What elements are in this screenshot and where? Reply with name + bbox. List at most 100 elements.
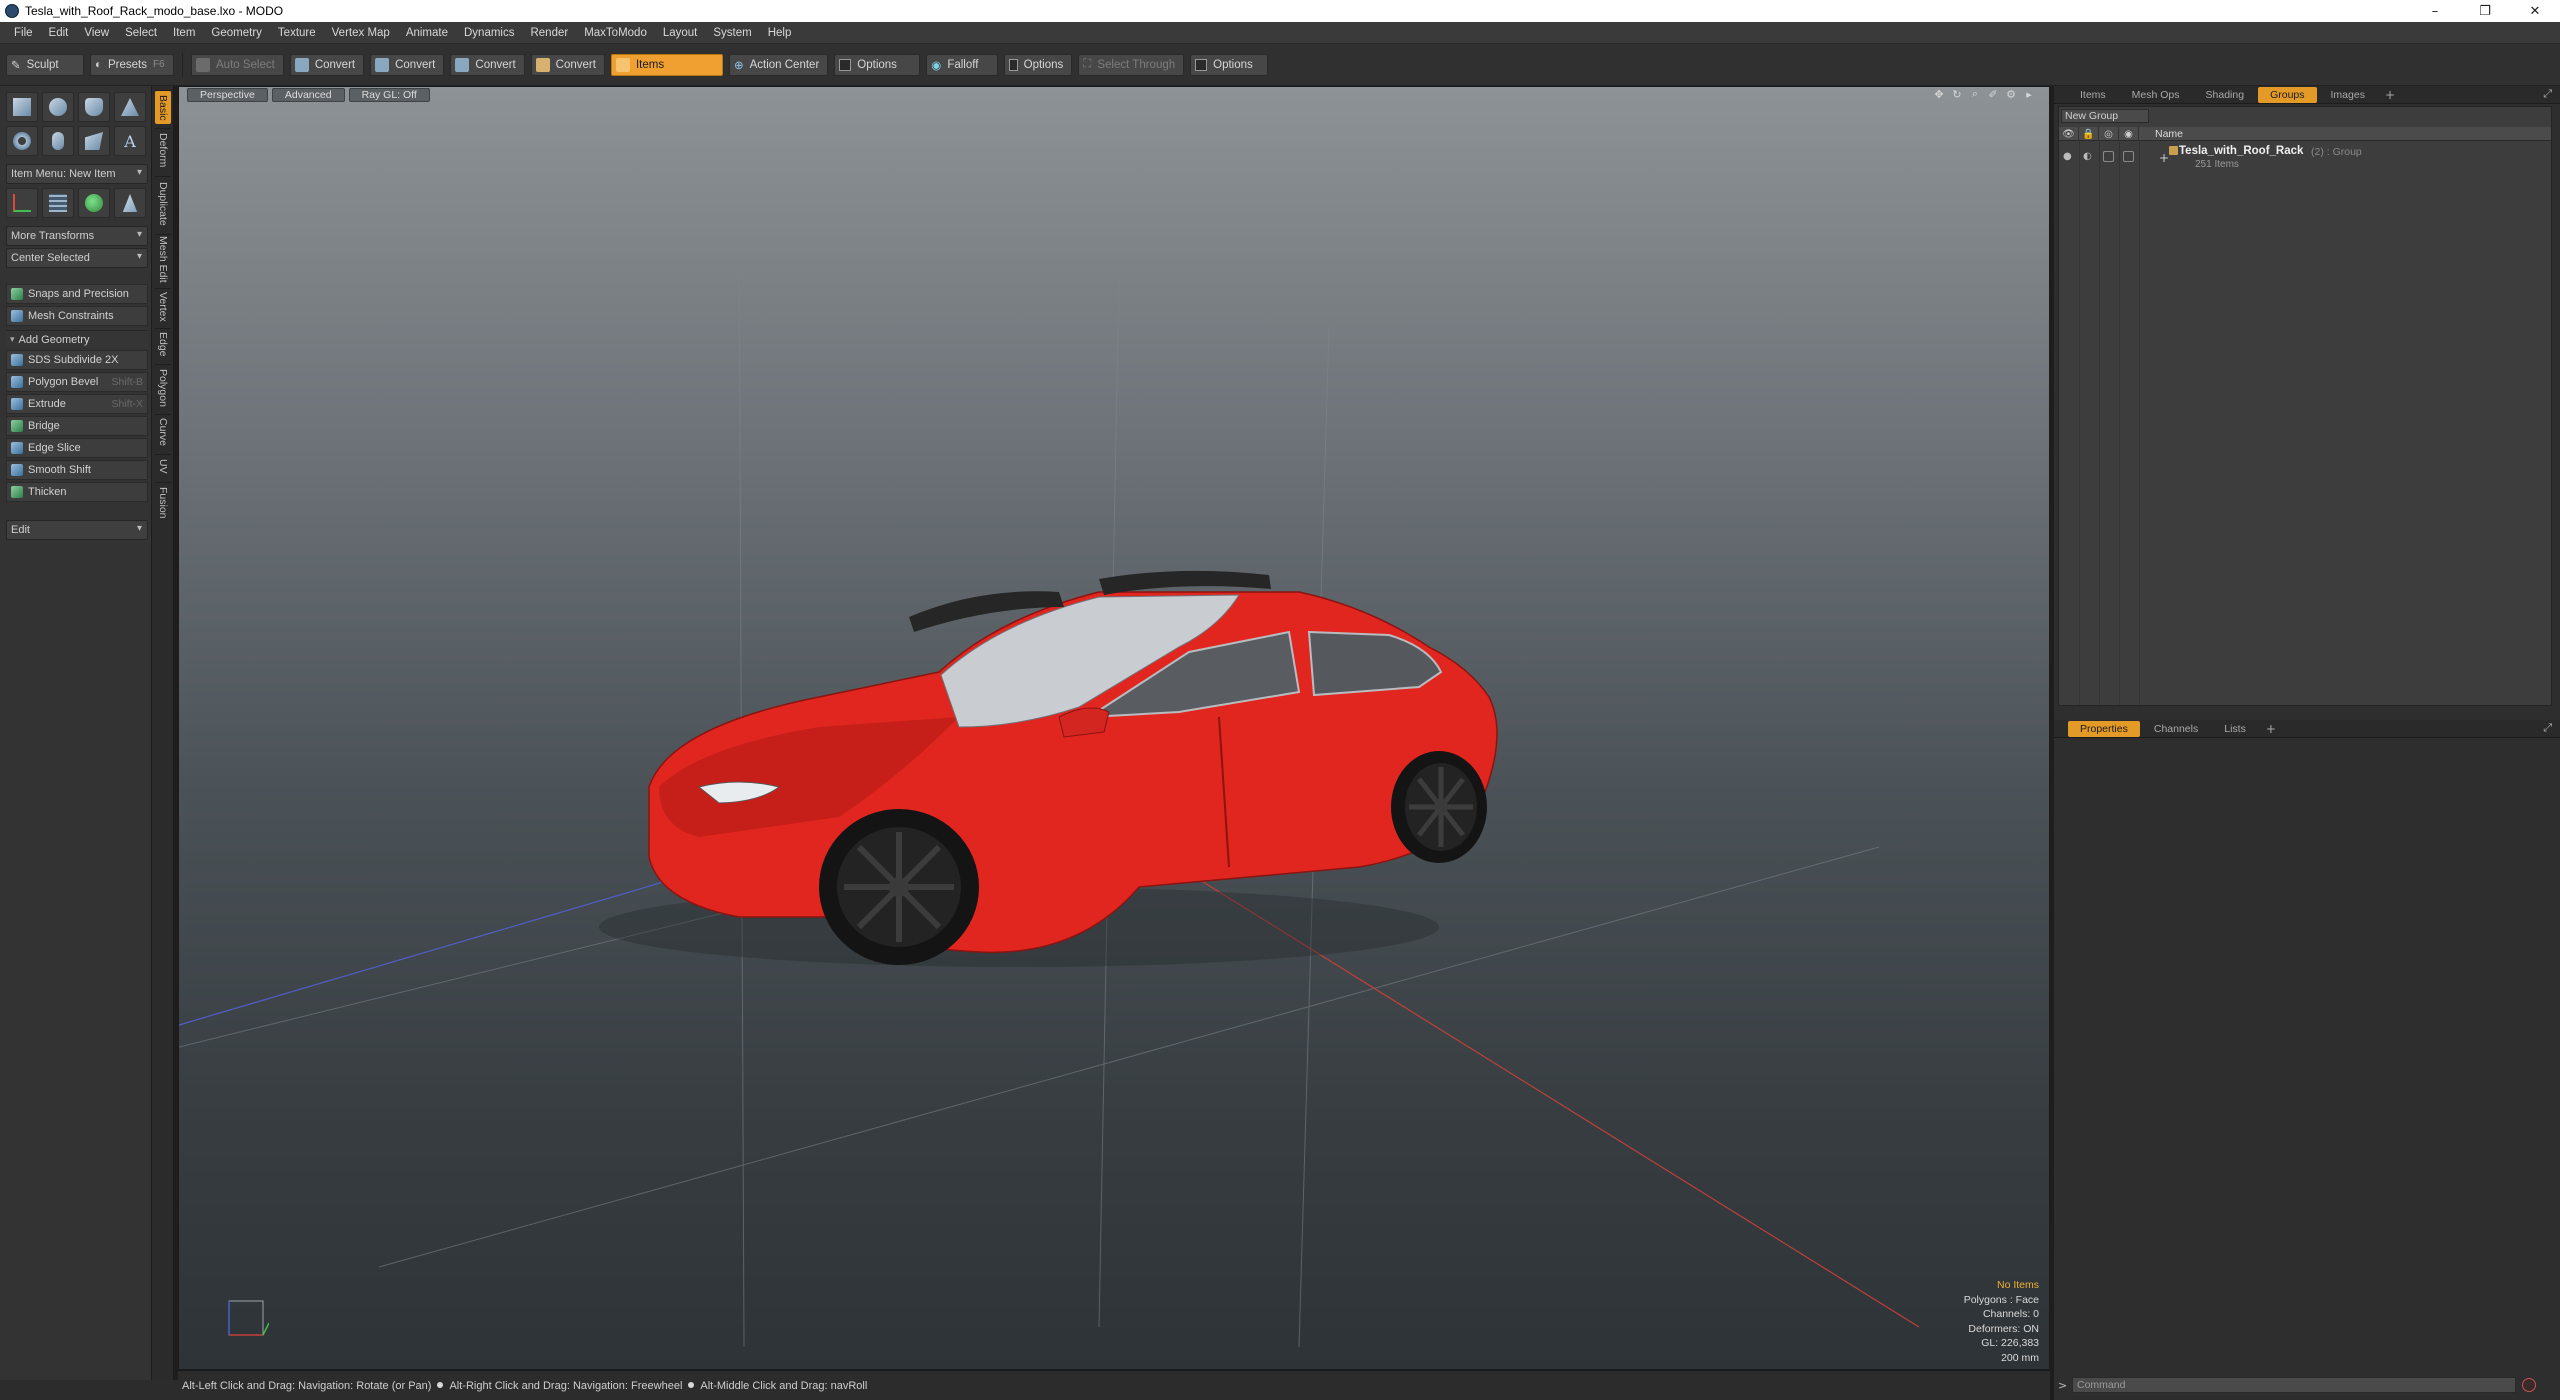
ray-gl-toggle[interactable]: Ray GL: Off: [348, 88, 430, 102]
render-checkbox[interactable]: [2123, 151, 2134, 162]
sds-subdivide-button[interactable]: SDS Subdivide 2X: [6, 350, 148, 370]
tab-edge[interactable]: Edge: [155, 328, 171, 360]
command-history-icon[interactable]: [2522, 1378, 2536, 1392]
tab-mesh-edit[interactable]: Mesh Edit: [155, 234, 171, 284]
tab-lists[interactable]: Lists: [2212, 721, 2258, 737]
sphere-primitive-button[interactable]: [42, 92, 74, 122]
tab-shading[interactable]: Shading: [2194, 87, 2257, 103]
sculpt-button[interactable]: ✎ Sculpt: [6, 53, 84, 76]
group-row[interactable]: ● ◐ + Tesla_with_Roof_Rack (2) : Group 2…: [2059, 143, 2551, 171]
menu-file[interactable]: File: [6, 27, 41, 39]
add-tab-icon[interactable]: +: [2379, 88, 2401, 102]
tab-properties[interactable]: Properties: [2068, 720, 2140, 737]
settings-gear-icon[interactable]: ⚙: [2005, 88, 2017, 101]
edge-slice-button[interactable]: Edge Slice: [6, 438, 148, 458]
menu-animate[interactable]: Animate: [398, 27, 456, 39]
convert-vertices-button[interactable]: Convert: [289, 53, 365, 76]
grid-button[interactable]: [42, 188, 74, 218]
item-menu-dropdown[interactable]: Item Menu: New Item: [6, 164, 148, 184]
tab-mesh-ops[interactable]: Mesh Ops: [2120, 87, 2192, 103]
tab-images[interactable]: Images: [2319, 87, 2377, 103]
menu-vertex-map[interactable]: Vertex Map: [324, 27, 398, 39]
cylinder-primitive-button[interactable]: [78, 92, 110, 122]
action-center-options-button[interactable]: Options: [834, 53, 921, 76]
new-group-button[interactable]: New Group: [2061, 109, 2149, 123]
items-mode-button[interactable]: Items: [610, 53, 723, 76]
falloff-options-button[interactable]: Options: [1004, 53, 1073, 76]
command-input[interactable]: Command: [2072, 1377, 2516, 1393]
cone-primitive-button[interactable]: [114, 92, 146, 122]
expand-panel-icon[interactable]: ⤢: [2543, 87, 2552, 101]
menu-system[interactable]: System: [705, 27, 759, 39]
menu-maxtomodo[interactable]: MaxToModo: [576, 27, 655, 39]
cube-primitive-button[interactable]: [6, 92, 38, 122]
convert-materials-button[interactable]: Convert: [530, 53, 605, 76]
expand-group-icon[interactable]: +: [2159, 151, 2169, 165]
select-through-button[interactable]: ⛶ Select Through: [1078, 53, 1185, 76]
menu-layout[interactable]: Layout: [655, 27, 706, 39]
zoom-view-icon[interactable]: ⌕: [1969, 87, 1981, 100]
mesh-constraints-button[interactable]: Mesh Constraints: [6, 306, 148, 326]
render-column-icon[interactable]: ◉: [2119, 127, 2139, 141]
rotate-view-icon[interactable]: ↻: [1951, 88, 1963, 101]
expand-arrow-icon[interactable]: ▸: [2023, 88, 2035, 101]
center-selected-dropdown[interactable]: Center Selected: [6, 248, 148, 268]
tab-uv[interactable]: UV: [155, 454, 171, 478]
menu-edit[interactable]: Edit: [41, 27, 77, 39]
torus-primitive-button[interactable]: [6, 126, 38, 156]
thicken-button[interactable]: Thicken: [6, 482, 148, 502]
tab-curve[interactable]: Curve: [155, 414, 171, 450]
lock-toggle-icon[interactable]: ◐: [2083, 151, 2092, 162]
smooth-shift-button[interactable]: Smooth Shift: [6, 460, 148, 480]
tab-polygon[interactable]: Polygon: [155, 364, 171, 410]
fit-view-icon[interactable]: ✥: [1933, 88, 1945, 101]
extrude-button[interactable]: Extrude Shift-X: [6, 394, 148, 414]
menu-select[interactable]: Select: [117, 27, 165, 39]
tab-vertex[interactable]: Vertex: [155, 288, 171, 324]
wedge-primitive-button[interactable]: [78, 126, 110, 156]
tab-basic[interactable]: Basic: [155, 90, 171, 124]
capsule-primitive-button[interactable]: [42, 126, 74, 156]
polygon-bevel-button[interactable]: Polygon Bevel Shift-B: [6, 372, 148, 392]
select-through-options-button[interactable]: Options: [1190, 53, 1269, 76]
edit-dropdown[interactable]: Edit: [6, 520, 148, 540]
menu-dynamics[interactable]: Dynamics: [456, 27, 522, 39]
tab-deform[interactable]: Deform: [155, 128, 171, 172]
falloff-button[interactable]: ◉ Falloff: [926, 53, 999, 76]
add-tab-icon[interactable]: +: [2260, 722, 2282, 736]
bridge-button[interactable]: Bridge: [6, 416, 148, 436]
menu-texture[interactable]: Texture: [270, 27, 324, 39]
tab-fusion[interactable]: Fusion: [155, 482, 171, 522]
tab-duplicate[interactable]: Duplicate: [155, 176, 171, 230]
auto-select-button[interactable]: Auto Select: [191, 53, 284, 76]
menu-geometry[interactable]: Geometry: [203, 27, 270, 39]
locator-button[interactable]: [6, 188, 38, 218]
menu-item[interactable]: Item: [165, 27, 203, 39]
menu-render[interactable]: Render: [522, 27, 576, 39]
expand-panel-icon[interactable]: ⤢: [2543, 721, 2552, 735]
action-center-button[interactable]: ⊕ Action Center: [728, 53, 829, 76]
menu-help[interactable]: Help: [760, 27, 800, 39]
convert-polygons-button[interactable]: Convert: [450, 53, 525, 76]
snaps-precision-button[interactable]: Snaps and Precision: [6, 284, 148, 304]
visibility-eye-icon[interactable]: ●: [2063, 151, 2072, 162]
close-button[interactable]: ✕: [2510, 0, 2560, 22]
select-column-icon[interactable]: ◎: [2099, 127, 2119, 141]
restore-button[interactable]: ❐: [2460, 0, 2510, 22]
tab-channels[interactable]: Channels: [2142, 721, 2210, 737]
convert-edges-button[interactable]: Convert: [370, 53, 445, 76]
pyramid-button[interactable]: [114, 188, 146, 218]
more-transforms-dropdown[interactable]: More Transforms: [6, 226, 148, 246]
add-geometry-section[interactable]: Add Geometry: [6, 330, 148, 348]
environment-button[interactable]: [78, 188, 110, 218]
tab-groups[interactable]: Groups: [2258, 86, 2317, 103]
tesla-car-model[interactable]: [599, 570, 1498, 967]
paint-icon[interactable]: ✐: [1987, 88, 1999, 101]
visibility-column-icon[interactable]: 👁: [2059, 127, 2079, 141]
shading-advanced-tab[interactable]: Advanced: [271, 88, 345, 102]
menu-view[interactable]: View: [76, 27, 117, 39]
view-perspective-tab[interactable]: Perspective: [187, 88, 268, 102]
3d-viewport[interactable]: Perspective Advanced Ray GL: Off ✥ ↻ ⌕ ✐…: [178, 86, 2050, 1370]
select-checkbox[interactable]: [2103, 151, 2114, 162]
tab-items[interactable]: Items: [2068, 87, 2118, 103]
